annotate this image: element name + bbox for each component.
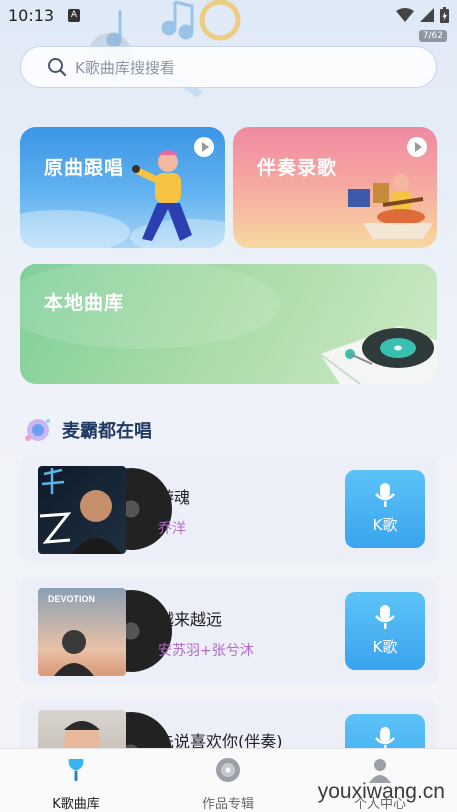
song-artist: 安苏羽+张兮沐	[158, 643, 254, 659]
karaoke-button-label: K歌	[372, 516, 398, 534]
cover-art	[39, 468, 122, 554]
tab-song-library[interactable]: K歌曲库	[16, 757, 136, 812]
card-local-library[interactable]: 本地曲库	[20, 264, 437, 384]
system-icons	[396, 7, 449, 23]
wifi-icon	[396, 8, 414, 22]
battery-icon	[440, 7, 449, 23]
search-placeholder: K歌曲库搜搜看	[75, 58, 175, 77]
mic-icon	[68, 759, 84, 781]
tab-works-album[interactable]: 作品专辑	[168, 757, 288, 812]
song-title: 游魂	[158, 488, 191, 507]
bubble-mic-icon	[25, 419, 50, 441]
corner-badge: 7/62	[418, 30, 447, 42]
play-icon-accompaniment[interactable]	[407, 137, 427, 157]
song-artist: 乔洋	[158, 521, 186, 537]
play-icon-original[interactable]	[194, 137, 214, 157]
cover-text: DEVOTION	[48, 594, 96, 604]
karaoke-button-label: K歌	[372, 638, 398, 656]
section-title: 麦霸都在唱	[62, 421, 152, 442]
mic-icon	[375, 483, 395, 507]
search-icon	[48, 58, 67, 77]
karaoke-button[interactable]: K歌	[345, 592, 425, 670]
song-title: 越来越远	[158, 610, 223, 629]
list-item[interactable]: 游魂 乔洋 K歌	[20, 456, 437, 562]
disc-icon	[216, 758, 240, 782]
search-bar[interactable]: K歌曲库搜搜看	[20, 46, 437, 88]
signal-icon	[420, 8, 434, 22]
card-original-title: 原曲跟唱	[44, 157, 125, 179]
album-cover: DEVOTION	[38, 588, 126, 676]
section-heading: 麦霸都在唱	[22, 416, 152, 444]
watermark-text: youxiwang.cn	[317, 780, 445, 803]
karaoke-button[interactable]: K歌	[345, 470, 425, 548]
card-accompaniment-title: 伴奏录歌	[257, 157, 338, 179]
album-cover	[38, 466, 126, 554]
mic-icon	[375, 605, 395, 629]
status-time: 10:13	[8, 6, 55, 25]
notification-a-icon: A	[68, 9, 80, 22]
tab-label: K歌曲库	[52, 797, 100, 812]
tab-label: 作品专辑	[201, 797, 254, 812]
turntable-icon	[20, 264, 437, 384]
list-item[interactable]: DEVOTION 越来越远 安苏羽+张兮沐 K歌	[20, 578, 437, 684]
card-local-title: 本地曲库	[44, 292, 125, 314]
